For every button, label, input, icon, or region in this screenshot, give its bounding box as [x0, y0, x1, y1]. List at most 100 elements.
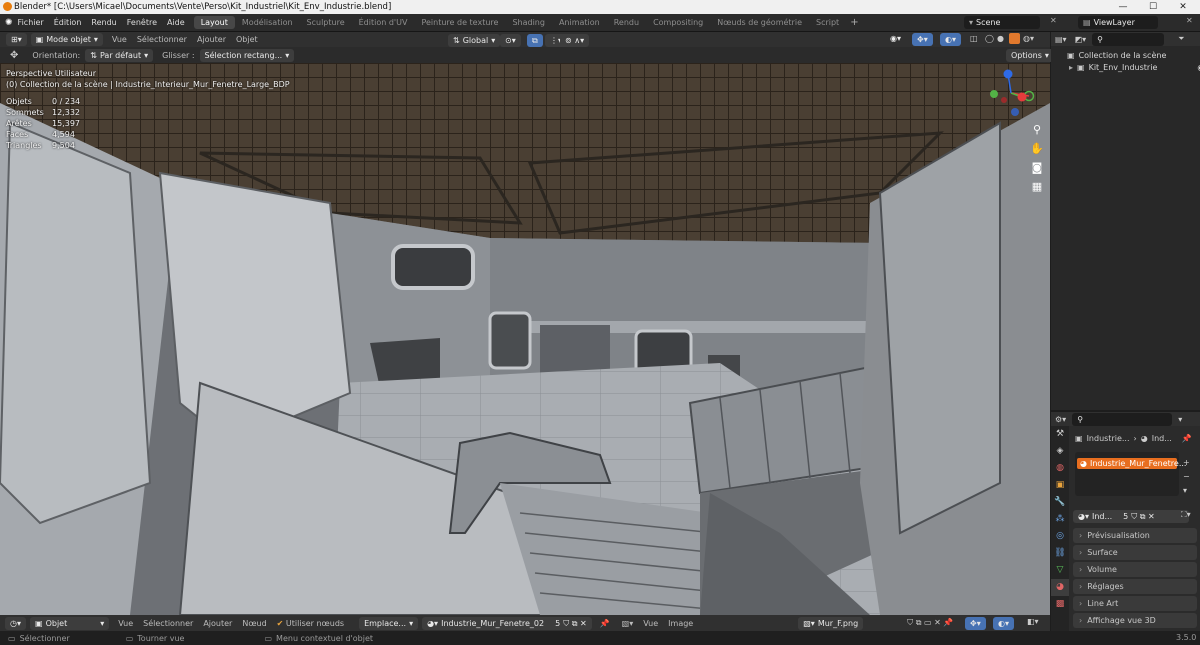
render-tab-icon[interactable]: ◈: [1051, 443, 1069, 460]
visibility-icon[interactable]: ◉▾: [890, 34, 901, 43]
panel-affichage-vue-3d[interactable]: › Affichage vue 3D: [1073, 613, 1197, 628]
minimize-button[interactable]: —: [1108, 0, 1138, 14]
workspace-tab[interactable]: Peinture de texture: [414, 16, 505, 29]
image-actions[interactable]: ⛉ ⧉ ▭ ✕ 📌: [907, 618, 953, 628]
overlay-toggle[interactable]: ◐▾: [940, 33, 961, 46]
menu-vue-bottom[interactable]: Vue: [118, 619, 133, 628]
editor-type-button[interactable]: ⊞▾: [6, 33, 27, 46]
pivot-point-button[interactable]: ⊙▾: [500, 34, 521, 47]
workspace-tab[interactable]: Layout: [193, 16, 235, 29]
menu-item[interactable]: Fichier: [18, 18, 44, 27]
workspace-tab[interactable]: Sculpture: [300, 16, 352, 29]
move-tool-icon[interactable]: ✥: [10, 50, 18, 61]
options-button[interactable]: Options ▾: [1006, 49, 1054, 62]
data-tab-icon[interactable]: ▽: [1051, 562, 1069, 579]
transform-orientation[interactable]: ⇅ Global ▾: [448, 34, 501, 47]
scene-selector[interactable]: ▾ Scene: [964, 16, 1040, 29]
panel-pr-visualisation[interactable]: › Prévisualisation: [1073, 528, 1197, 543]
outliner-search[interactable]: ⚲: [1092, 32, 1165, 46]
texture-tab-icon[interactable]: ▩: [1051, 596, 1069, 613]
viewlayer-close-icon[interactable]: ✕: [1186, 16, 1193, 25]
workspace-tab[interactable]: Shading: [505, 16, 552, 29]
close-button[interactable]: ✕: [1168, 0, 1198, 14]
add-workspace-icon[interactable]: +: [850, 17, 858, 28]
link-icon[interactable]: ⛶▾: [1181, 510, 1191, 520]
workspace-tab[interactable]: Édition d'UV: [352, 16, 415, 29]
add-slot-button[interactable]: +: [1183, 456, 1190, 470]
material-preview-icon[interactable]: [1009, 33, 1020, 44]
blender-menu-icon[interactable]: ✺: [5, 18, 13, 28]
slot-specials-button[interactable]: ▾: [1183, 484, 1190, 498]
menu-vue[interactable]: Vue: [112, 35, 127, 44]
gizmo-toggle-bottom[interactable]: ✥▾: [965, 617, 986, 630]
scene-close-icon[interactable]: ✕: [1050, 16, 1057, 25]
object-tab-icon[interactable]: ▣: [1051, 477, 1069, 494]
menu-node[interactable]: Nœud: [242, 619, 266, 628]
mode-selector[interactable]: ▣ Mode objet ▾: [30, 33, 103, 46]
menu-image[interactable]: Image: [668, 619, 693, 628]
workspace-tab[interactable]: Rendu: [607, 16, 646, 29]
panel-surface[interactable]: › Surface: [1073, 545, 1197, 560]
zoom-icon[interactable]: ⚲: [1030, 123, 1044, 137]
material-selector[interactable]: ◕▾ Industrie_Mur_Fenetre_02 5 ⛉ ⧉ ✕: [422, 616, 592, 630]
x-axis-handle[interactable]: [1017, 92, 1027, 102]
camera-view-icon[interactable]: ◙: [1030, 161, 1044, 175]
modifier-tab-icon[interactable]: 🔧: [1051, 494, 1069, 511]
panel-volume[interactable]: › Volume: [1073, 562, 1197, 577]
workspace-tab[interactable]: Nœuds de géométrie: [710, 16, 809, 29]
panel-line-art[interactable]: › Line Art: [1073, 596, 1197, 611]
particles-tab-icon[interactable]: ⁂: [1051, 511, 1069, 528]
navigation-gizmo[interactable]: [986, 68, 1036, 118]
pin-properties-icon[interactable]: 📌: [1182, 434, 1192, 443]
workspace-tab[interactable]: Compositing: [646, 16, 710, 29]
outliner-row-root[interactable]: ▣ Collection de la scène: [1051, 49, 1200, 61]
overlay-toggle-bottom[interactable]: ◐▾: [993, 617, 1014, 630]
workspace-tab[interactable]: Animation: [552, 16, 607, 29]
image-editor-type-icon[interactable]: ▧▾: [622, 619, 634, 628]
material-slot-list[interactable]: ◕ Industrie_Mur_Fenetre...: [1075, 452, 1186, 496]
material-datablock[interactable]: ◕▾ Ind... 5 ⛉ ⧉ ✕: [1073, 510, 1189, 523]
properties-editor-icon[interactable]: ⚙▾: [1055, 415, 1066, 424]
workspace-tab[interactable]: Script: [809, 16, 846, 29]
properties-options-icon[interactable]: ▾: [1178, 415, 1182, 424]
maximize-button[interactable]: ☐: [1138, 0, 1168, 14]
pin-icon[interactable]: 📌: [600, 619, 610, 628]
snap-toggle[interactable]: ⧉: [527, 34, 543, 47]
xray-icon[interactable]: ◫: [970, 34, 978, 43]
ortho-grid-icon[interactable]: ▦: [1030, 180, 1044, 194]
drag-selector[interactable]: Sélection rectang... ▾: [199, 48, 295, 62]
expand-arrow-icon[interactable]: ▸: [1069, 63, 1073, 72]
tool-tab-icon[interactable]: ⚒: [1051, 426, 1069, 443]
display-channels-icon[interactable]: ◧▾: [1027, 617, 1039, 626]
menu-add[interactable]: Ajouter: [197, 35, 226, 44]
outliner-row-item[interactable]: ▸ ▣ Kit_Env_Industrie ◉: [1051, 61, 1200, 73]
shader-type-selector[interactable]: ▣ Objet ▾: [30, 616, 110, 630]
menu-item[interactable]: Rendu: [91, 18, 116, 27]
rendered-shading-icon[interactable]: ◍▾: [1023, 34, 1034, 43]
filter-icon[interactable]: ⏷: [1178, 34, 1184, 44]
remove-slot-button[interactable]: −: [1183, 470, 1190, 484]
menu-add-bottom[interactable]: Ajouter: [203, 619, 232, 628]
outliner-editor-icon[interactable]: ▤▾: [1055, 35, 1067, 44]
panel-r-glages[interactable]: › Réglages: [1073, 579, 1197, 594]
y-axis-handle[interactable]: [990, 90, 998, 98]
image-selector[interactable]: ▧▾ Mur_F.png: [798, 616, 864, 630]
z-axis-handle[interactable]: [1003, 69, 1013, 79]
gizmo-toggle[interactable]: ✥▾: [912, 33, 933, 46]
menu-vue-image[interactable]: Vue: [643, 619, 658, 628]
3d-viewport[interactable]: Perspective Utilisateur (0) Collection d…: [0, 63, 1050, 615]
viewlayer-selector[interactable]: ▤ ViewLayer: [1078, 16, 1158, 29]
workspace-tab[interactable]: Modélisation: [235, 16, 300, 29]
properties-search[interactable]: ⚲: [1072, 412, 1173, 426]
material-tab-icon[interactable]: ◕: [1051, 579, 1069, 596]
constraint-tab-icon[interactable]: ⛓: [1051, 545, 1069, 562]
menu-select-bottom[interactable]: Sélectionner: [143, 619, 193, 628]
material-slot-active[interactable]: ◕ Industrie_Mur_Fenetre...: [1077, 458, 1186, 469]
menu-object[interactable]: Objet: [236, 35, 258, 44]
physics-tab-icon[interactable]: ◎: [1051, 528, 1069, 545]
menu-item[interactable]: Fenêtre: [127, 18, 157, 27]
solid-shading-icon[interactable]: ●: [997, 34, 1004, 43]
editor-type-button-bottom[interactable]: ◷▾: [5, 616, 26, 630]
menu-item[interactable]: Édition: [54, 18, 82, 27]
menu-select[interactable]: Sélectionner: [137, 35, 187, 44]
